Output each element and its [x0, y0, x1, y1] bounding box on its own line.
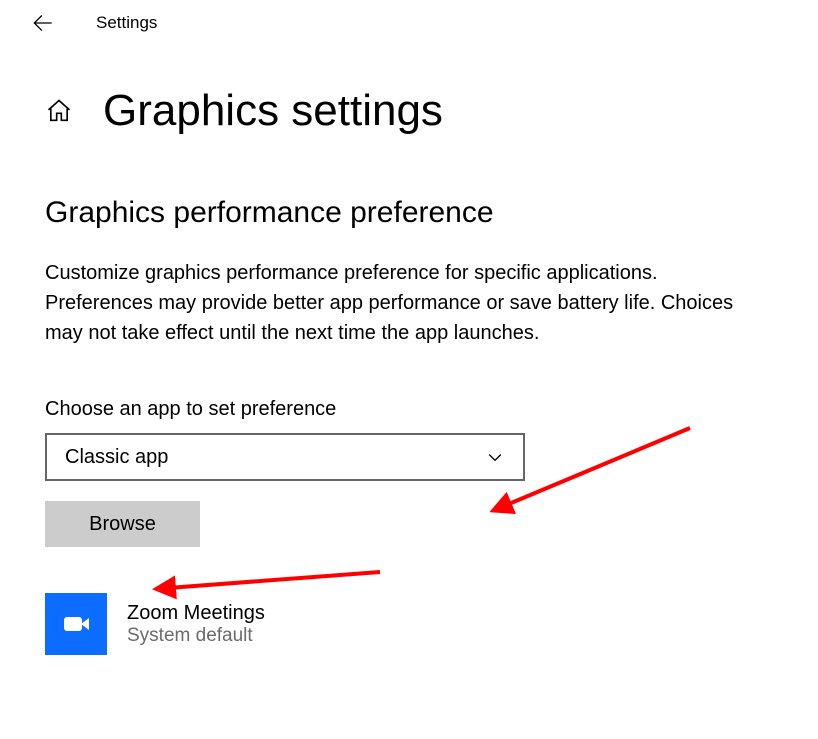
zoom-app-icon: [45, 593, 107, 655]
chevron-down-icon: [485, 447, 505, 467]
back-arrow-icon: [30, 10, 56, 36]
page-title: Graphics settings: [103, 86, 443, 136]
main-content: Graphics performance preference Customiz…: [0, 136, 818, 655]
app-info: Zoom Meetings System default: [127, 602, 265, 647]
home-icon[interactable]: [45, 97, 73, 125]
app-item-zoom[interactable]: Zoom Meetings System default: [45, 593, 773, 655]
app-list: Zoom Meetings System default: [45, 593, 773, 655]
back-button[interactable]: [30, 10, 56, 36]
app-status: System default: [127, 625, 265, 647]
app-name: Zoom Meetings: [127, 602, 265, 625]
section-description: Customize graphics performance preferenc…: [45, 258, 765, 348]
page-header: Graphics settings: [0, 46, 818, 136]
app-type-dropdown[interactable]: Classic app: [45, 433, 525, 481]
topbar-title: Settings: [96, 13, 157, 33]
browse-button[interactable]: Browse: [45, 501, 200, 547]
chooser-label: Choose an app to set preference: [45, 398, 773, 421]
section-title: Graphics performance preference: [45, 196, 773, 230]
top-bar: Settings: [0, 0, 818, 46]
dropdown-selected-value: Classic app: [65, 446, 168, 469]
